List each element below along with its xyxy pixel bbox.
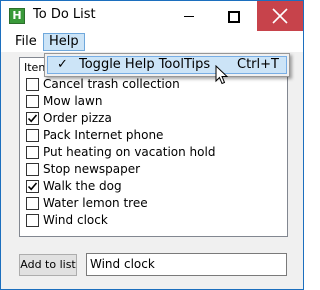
list-item-label: Pack Internet phone (43, 128, 164, 142)
close-icon (272, 8, 288, 24)
window-title: To Do List (33, 7, 96, 22)
checkbox[interactable] (26, 78, 39, 91)
checkmark-icon (27, 182, 38, 191)
list-item-label: Mow lawn (43, 94, 103, 108)
menu-bar: File Help (1, 32, 303, 52)
menu-item-shortcut: Ctrl+T (237, 57, 279, 72)
list-item-label: Water lemon tree (43, 196, 148, 210)
checkbox[interactable] (26, 197, 39, 210)
app-icon: H (9, 8, 25, 24)
list-item-label: Cancel trash collection (43, 77, 180, 91)
maximize-icon (228, 11, 240, 23)
list-item-label: Wind clock (43, 213, 108, 227)
mouse-pointer-icon (215, 65, 229, 85)
list-item-label: Walk the dog (43, 179, 122, 193)
minimize-icon (184, 16, 194, 17)
checkbox[interactable] (26, 129, 39, 142)
checkbox[interactable] (26, 146, 39, 159)
menu-file[interactable]: File (9, 33, 43, 51)
help-menu-dropdown: ✓ Toggle Help ToolTips Ctrl+T (44, 53, 290, 77)
todo-list[interactable]: Iten Cancel trash collection Mow lawn Or… (19, 57, 288, 237)
menu-item-label: Toggle Help ToolTips (79, 57, 211, 72)
minimize-button[interactable] (166, 1, 212, 31)
checkbox[interactable] (26, 163, 39, 176)
checkbox[interactable] (26, 214, 39, 227)
new-item-input[interactable]: Wind clock (86, 253, 287, 276)
main-window: H To Do List File Help Iten Cancel trash… (0, 0, 304, 290)
close-button[interactable] (257, 1, 303, 31)
maximize-button[interactable] (211, 1, 257, 31)
list-item-label: Order pizza (43, 111, 112, 125)
checkbox-checked[interactable] (26, 180, 39, 193)
checkmark-icon: ✓ (57, 57, 68, 72)
checkbox-checked[interactable] (26, 112, 39, 125)
list-column-header: Iten (24, 61, 46, 74)
list-item-label: Stop newspaper (43, 162, 141, 176)
checkmark-icon (27, 114, 38, 123)
menu-help[interactable]: Help (43, 33, 85, 51)
title-bar[interactable]: H To Do List (1, 1, 303, 32)
menu-item-toggle-help-tooltips[interactable]: ✓ Toggle Help ToolTips Ctrl+T (47, 56, 287, 74)
list-item-label: Put heating on vacation hold (43, 145, 216, 159)
checkbox[interactable] (26, 95, 39, 108)
add-to-list-button[interactable]: Add to list (19, 254, 77, 276)
